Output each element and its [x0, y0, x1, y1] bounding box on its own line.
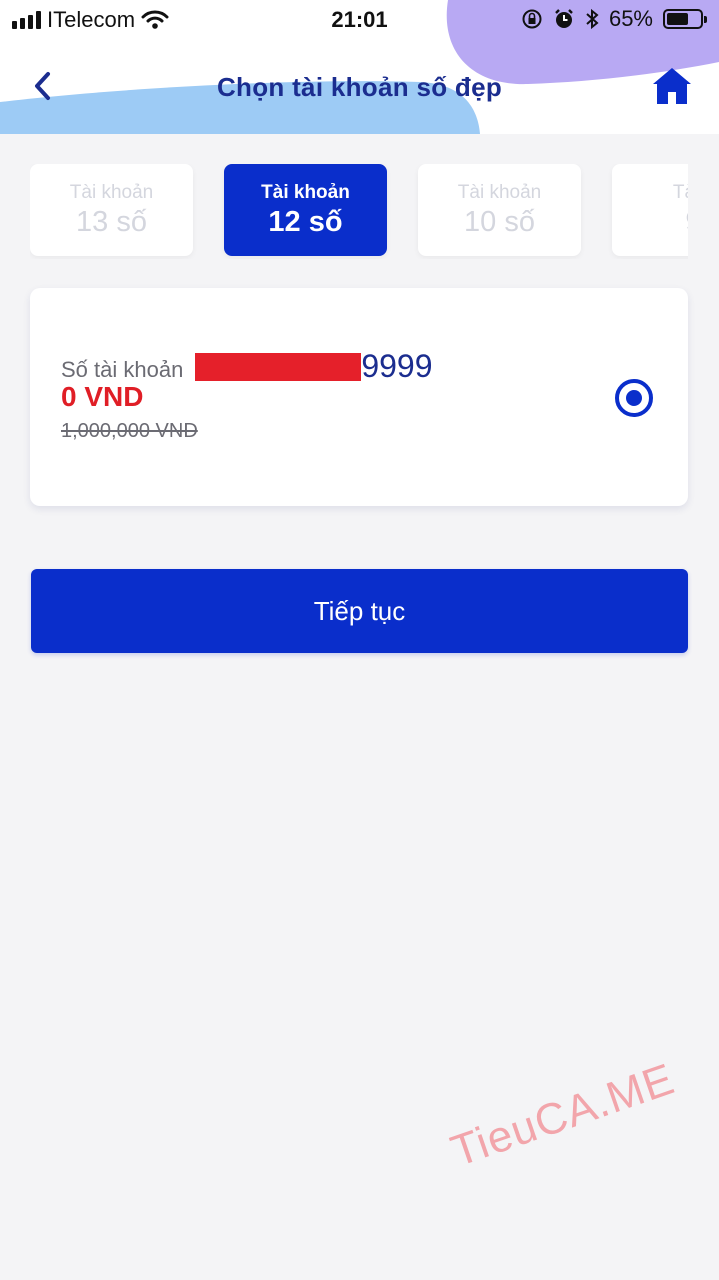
account-length-tabs: Tài khoản 13 số Tài khoản 12 số Tài khoả… [30, 164, 688, 259]
tab-9-digits[interactable]: Tài k 9 [612, 164, 688, 256]
tab-12-digits[interactable]: Tài khoản 12 số [224, 164, 387, 256]
tab-digits: 12 số [268, 205, 343, 238]
tab-digits: 13 số [76, 205, 147, 238]
account-original-price: 1,000,000 VND [61, 420, 198, 442]
tab-digits: 10 số [464, 205, 535, 238]
account-number-row: Số tài khoản 9999 [61, 348, 433, 385]
status-bar: ITelecom 21:01 65% [0, 0, 719, 40]
battery-percent: 65% [608, 6, 653, 31]
account-option-card[interactable]: Số tài khoản 9999 0 VND 1,000,000 VND [30, 288, 688, 506]
tab-label: Tài khoản [69, 181, 154, 203]
tab-label: Tài khoản [261, 181, 350, 203]
redacted-digits [195, 353, 362, 381]
top-area: ITelecom 21:01 65% Chọn tài khoản số đẹp [0, 0, 719, 134]
continue-button[interactable]: Tiếp tục [31, 569, 688, 653]
home-icon [653, 68, 691, 104]
battery-fill [667, 13, 688, 25]
alarm-icon [555, 9, 573, 28]
battery-icon [663, 9, 707, 29]
tab-label: Tài khoản [457, 181, 542, 203]
account-number-tail: 9999 [361, 348, 433, 384]
account-number-label: Số tài khoản [61, 357, 184, 382]
tab-13-digits[interactable]: Tài khoản 13 số [30, 164, 193, 256]
bluetooth-icon [586, 8, 599, 30]
home-button[interactable] [651, 65, 693, 107]
tab-10-digits[interactable]: Tài khoản 10 số [418, 164, 581, 256]
header: Chọn tài khoản số đẹp [0, 50, 719, 126]
radio-selected-dot [626, 390, 642, 406]
account-select-radio[interactable] [615, 379, 653, 417]
tab-digits: 9 [685, 206, 688, 239]
page-title: Chọn tài khoản số đẹp [216, 72, 503, 102]
tab-label: Tài k [672, 181, 688, 203]
account-price: 0 VND [61, 381, 144, 412]
rotation-lock-icon [522, 9, 542, 29]
watermark: TieuCA.ME [445, 1054, 681, 1177]
